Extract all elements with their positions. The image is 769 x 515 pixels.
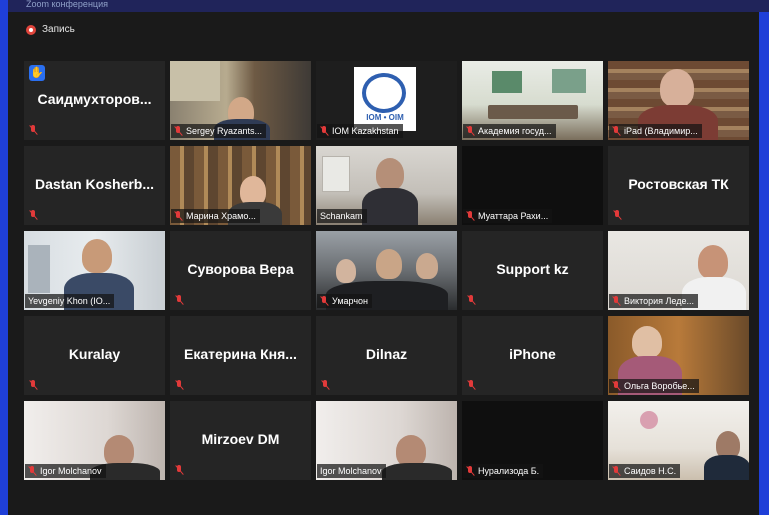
muted-mic-icon bbox=[175, 465, 184, 475]
muted-mic-icon bbox=[320, 296, 329, 306]
muted-mic-icon bbox=[175, 295, 184, 305]
participant-name-large: iPhone bbox=[509, 346, 556, 362]
zoom-meeting-window: Запись ✋ Саидмухторов... Sergey Ryazants… bbox=[8, 12, 759, 515]
participant-name-tag: Марина Храмо... bbox=[171, 209, 260, 223]
muted-mic-icon bbox=[28, 466, 37, 476]
participant-name: Ольга Воробье... bbox=[624, 381, 695, 391]
participant-tile[interactable]: Support kz bbox=[462, 231, 603, 310]
participant-tile[interactable]: iPad (Владимир... bbox=[608, 61, 749, 140]
recording-label: Запись bbox=[42, 24, 75, 35]
muted-mic-icon bbox=[321, 380, 330, 390]
participant-tile[interactable]: Муаттара Рахи... bbox=[462, 146, 603, 225]
participant-tile[interactable]: Igor Molchanov bbox=[316, 401, 457, 480]
participant-tile[interactable]: Академия госуд... bbox=[462, 61, 603, 140]
participant-name-tag: Муаттара Рахи... bbox=[463, 209, 553, 223]
muted-mic-icon bbox=[466, 466, 475, 476]
participant-name: Нурализода Б. bbox=[478, 466, 540, 476]
participant-tile[interactable]: Yevgeniy Khon (IO... bbox=[24, 231, 165, 310]
participant-name: iPad (Владимир... bbox=[624, 126, 698, 136]
participant-tile[interactable]: Mirzoev DM bbox=[170, 401, 311, 480]
muted-mic-icon bbox=[467, 380, 476, 390]
iom-logo-text: IOM • OIM bbox=[366, 113, 404, 122]
participant-name-tag: Igor Molchanov bbox=[25, 464, 106, 478]
participant-tile[interactable]: Екатерина Кня... bbox=[170, 316, 311, 395]
muted-mic-icon bbox=[29, 210, 38, 220]
window-top-text: Zoom конференция bbox=[26, 0, 108, 9]
participant-tile[interactable]: Ростовская ТК bbox=[608, 146, 749, 225]
participant-name-tag: Yevgeniy Khon (IO... bbox=[25, 294, 115, 308]
participant-name-large: Саидмухторов... bbox=[37, 91, 152, 107]
participant-tile[interactable]: Dastan Kosherb... bbox=[24, 146, 165, 225]
participant-tile[interactable]: ✋ Саидмухторов... bbox=[24, 61, 165, 140]
participant-name: Саидов Н.С. bbox=[624, 466, 677, 476]
participant-name-large: Support kz bbox=[496, 261, 569, 277]
recording-indicator[interactable]: Запись bbox=[26, 24, 75, 35]
participant-tile[interactable]: Суворова Вера bbox=[170, 231, 311, 310]
participant-tile[interactable]: Kuralay bbox=[24, 316, 165, 395]
muted-mic-icon bbox=[612, 381, 621, 391]
muted-mic-icon bbox=[29, 380, 38, 390]
participant-name: Schankam bbox=[320, 211, 363, 221]
muted-mic-icon bbox=[175, 380, 184, 390]
participant-name-tag: iPad (Владимир... bbox=[609, 124, 702, 138]
participant-tile[interactable]: Марина Храмо... bbox=[170, 146, 311, 225]
muted-mic-icon bbox=[613, 210, 622, 220]
participant-name: Igor Molchanov bbox=[40, 466, 102, 476]
participant-name-tag: Sergey Ryazants... bbox=[171, 124, 267, 138]
participant-name-large: Kuralay bbox=[68, 346, 121, 362]
participant-name: Умарчон bbox=[332, 296, 368, 306]
muted-mic-icon bbox=[467, 295, 476, 305]
participant-name-tag: Академия госуд... bbox=[463, 124, 556, 138]
participant-name-large: Mirzoev DM bbox=[201, 431, 280, 447]
participant-tile[interactable]: Sergey Ryazants... bbox=[170, 61, 311, 140]
participant-name-tag: Нурализода Б. bbox=[463, 464, 544, 478]
muted-mic-icon bbox=[320, 126, 329, 136]
muted-mic-icon bbox=[612, 296, 621, 306]
participant-name: Виктория Леде... bbox=[624, 296, 694, 306]
participant-tile[interactable]: Нурализода Б. bbox=[462, 401, 603, 480]
raised-hand-icon: ✋ bbox=[29, 65, 45, 81]
participant-name-tag: Ольга Воробье... bbox=[609, 379, 699, 393]
muted-mic-icon bbox=[612, 126, 621, 136]
participant-name-large: Суворова Вера bbox=[187, 261, 294, 277]
participant-tile-active-speaker[interactable]: Schankam bbox=[316, 146, 457, 225]
participant-tile[interactable]: iPhone bbox=[462, 316, 603, 395]
participant-tile[interactable]: Igor Molchanov bbox=[24, 401, 165, 480]
participant-name-tag: Виктория Леде... bbox=[609, 294, 698, 308]
muted-mic-icon bbox=[174, 211, 183, 221]
window-top-strip: Zoom конференция bbox=[8, 0, 769, 12]
participant-tile[interactable]: Саидов Н.С. bbox=[608, 401, 749, 480]
participant-name: IOM Kazakhstan bbox=[332, 126, 399, 136]
participant-name-large: Dastan Kosherb... bbox=[34, 176, 155, 192]
participant-name: Марина Храмо... bbox=[186, 211, 256, 221]
iom-logo: IOM • OIM bbox=[354, 67, 416, 131]
muted-mic-icon bbox=[29, 125, 38, 135]
record-icon bbox=[26, 24, 36, 35]
participant-tile[interactable]: Умарчон bbox=[316, 231, 457, 310]
muted-mic-icon bbox=[612, 466, 621, 476]
participant-name-tag: IOM Kazakhstan bbox=[317, 124, 403, 138]
participant-name: Академия госуд... bbox=[478, 126, 552, 136]
participant-name-tag: Igor Molchanov bbox=[317, 464, 386, 478]
muted-mic-icon bbox=[466, 211, 475, 221]
participant-name: Sergey Ryazants... bbox=[186, 126, 263, 136]
participant-name: Муаттара Рахи... bbox=[478, 211, 549, 221]
muted-mic-icon bbox=[174, 126, 183, 136]
participant-tile[interactable]: Dilnaz bbox=[316, 316, 457, 395]
participant-name-large: Ростовская ТК bbox=[628, 176, 729, 192]
muted-mic-icon bbox=[466, 126, 475, 136]
participant-name: Igor Molchanov bbox=[320, 466, 382, 476]
gallery-grid: ✋ Саидмухторов... Sergey Ryazants... IOM… bbox=[24, 61, 751, 480]
participant-name-tag: Саидов Н.С. bbox=[609, 464, 681, 478]
participant-name: Yevgeniy Khon (IO... bbox=[28, 296, 111, 306]
participant-name-tag: Умарчон bbox=[317, 294, 372, 308]
participant-name-large: Dilnaz bbox=[365, 346, 408, 362]
participant-tile[interactable]: Виктория Леде... bbox=[608, 231, 749, 310]
participant-name-large: Екатерина Кня... bbox=[184, 346, 297, 362]
participant-name-tag: Schankam bbox=[317, 209, 367, 223]
participant-tile[interactable]: IOM • OIM IOM Kazakhstan bbox=[316, 61, 457, 140]
participant-tile[interactable]: Ольга Воробье... bbox=[608, 316, 749, 395]
